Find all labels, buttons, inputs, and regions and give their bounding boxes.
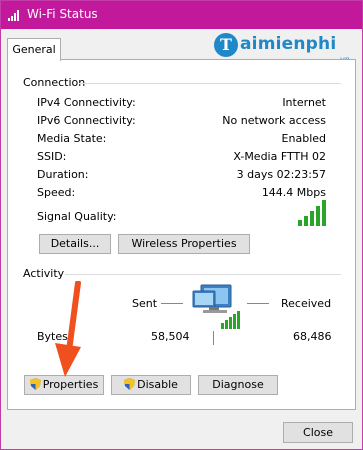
connection-divider [79, 83, 341, 84]
activity-heading: Activity [23, 267, 65, 280]
shield-icon [124, 378, 136, 390]
signal-bars-icon [298, 200, 326, 226]
wifi-status-window: Wi-Fi Status T aimienphi .vn General Con… [0, 0, 363, 450]
duration-value: 3 days 02:23:57 [236, 168, 326, 181]
received-line [247, 303, 269, 304]
annotation-arrow-icon [55, 281, 81, 377]
speed-label: Speed: [37, 186, 76, 199]
wireless-properties-button[interactable]: Wireless Properties [118, 234, 250, 254]
connection-heading: Connection [23, 76, 86, 89]
details-button[interactable]: Details... [39, 234, 111, 254]
activity-divider [65, 274, 341, 275]
received-label: Received [281, 297, 332, 310]
ipv6-label: IPv6 Connectivity: [37, 114, 136, 127]
ipv4-label: IPv4 Connectivity: [37, 96, 136, 109]
disable-button[interactable]: Disable [111, 375, 191, 395]
disable-label: Disable [137, 378, 178, 391]
ipv4-value: Internet [282, 96, 326, 109]
window-title: Wi-Fi Status [27, 7, 98, 21]
logo-letter: T [214, 33, 238, 57]
speed-value: 144.4 Mbps [261, 186, 326, 199]
shield-icon [29, 378, 41, 390]
bytes-sent-value: 58,504 [151, 330, 190, 343]
sent-label: Sent [132, 297, 158, 310]
activity-separator [213, 331, 214, 345]
ipv6-value: No network access [222, 114, 326, 127]
title-bar[interactable]: Wi-Fi Status [1, 1, 362, 29]
ssid-value: X-Media FTTH 02 [233, 150, 326, 163]
tab-general[interactable]: General [7, 38, 61, 61]
diagnose-button[interactable]: Diagnose [198, 375, 278, 395]
media-state-label: Media State: [37, 132, 107, 145]
sent-line [161, 303, 183, 304]
media-state-value: Enabled [281, 132, 326, 145]
bytes-received-value: 68,486 [293, 330, 332, 343]
close-button[interactable]: Close [283, 422, 353, 443]
ssid-label: SSID: [37, 150, 67, 163]
signal-quality-label: Signal Quality: [37, 210, 117, 223]
network-computers-icon [192, 284, 240, 329]
wifi-icon [8, 10, 19, 21]
logo-word: aimienphi [240, 34, 337, 54]
duration-label: Duration: [37, 168, 89, 181]
